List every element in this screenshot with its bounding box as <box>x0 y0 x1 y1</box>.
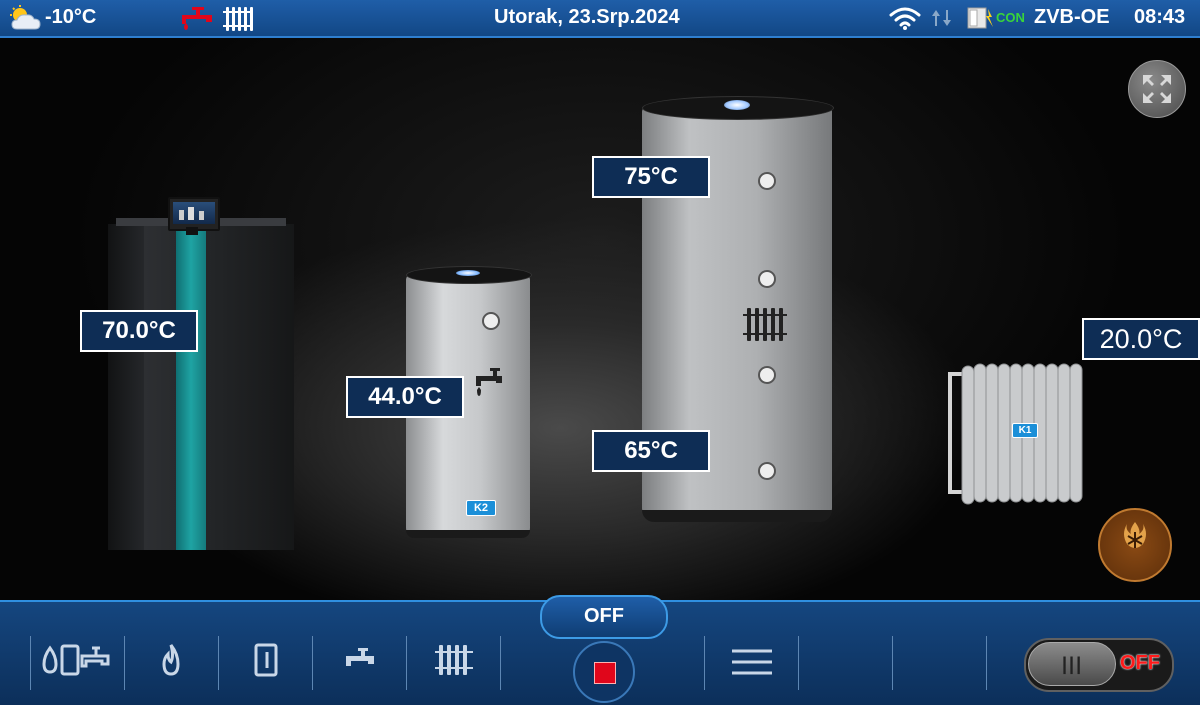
date-display: Utorak, 23.Srp.2024 <box>494 6 680 28</box>
menu-icon[interactable] <box>730 648 774 676</box>
flame-icon[interactable] <box>156 642 186 678</box>
expand-icon <box>1143 75 1171 103</box>
radiator-icon <box>743 308 787 341</box>
buffer-gauge-bottom <box>758 462 776 480</box>
stop-button[interactable] <box>573 641 635 703</box>
system-overview-icon[interactable] <box>40 642 114 678</box>
boiler-unit[interactable] <box>108 218 294 550</box>
dhw-temperature-label[interactable]: 44.0°C <box>346 376 464 418</box>
clock: 08:43 <box>1134 6 1186 28</box>
boiler-temperature-label[interactable]: 70.0°C <box>80 310 198 352</box>
grip-icon: ||| <box>1062 654 1084 674</box>
tap-icon <box>476 368 502 396</box>
dhw-tank-gauge <box>482 312 500 330</box>
system-scene: K2 K1 70.0°C 44.0°C 75°C 65°C 20.0°C <box>0 38 1200 600</box>
buffer-tank-base <box>642 510 832 522</box>
buffer-gauge-upper <box>758 270 776 288</box>
status-bar: -10°C Utorak, 23.Srp.2024 CON ZVB-OE 08:… <box>0 0 1200 38</box>
dhw-circuit-badge[interactable]: K2 <box>466 500 496 516</box>
brand-logo <box>1098 508 1172 582</box>
radiator-icon[interactable] <box>434 642 474 678</box>
boiler-controller-display[interactable] <box>168 197 220 231</box>
toggle-knob[interactable]: ||| <box>1028 642 1116 686</box>
buffer-gauge-top <box>758 172 776 190</box>
boiler-controller-stand <box>186 227 198 235</box>
status-tab[interactable]: OFF <box>540 595 668 639</box>
updown-arrows-icon <box>932 10 951 26</box>
tap-icon[interactable] <box>342 642 378 678</box>
snowflake-flame-icon <box>1124 522 1146 548</box>
buffer-bottom-temperature-label[interactable]: 65°C <box>592 430 710 472</box>
dhw-tank-base <box>406 530 530 538</box>
toggle-state-label: OFF <box>1120 652 1160 674</box>
wifi-icon[interactable] <box>888 5 922 31</box>
radiator-icon[interactable] <box>222 6 254 32</box>
cabinet-icon <box>967 7 993 29</box>
buffer-gauge-lower <box>758 366 776 384</box>
buffer-tank-light <box>724 100 750 110</box>
power-toggle[interactable]: ||| OFF <box>1024 638 1174 692</box>
red-tap-icon[interactable] <box>178 4 218 32</box>
fullscreen-button[interactable] <box>1128 60 1186 118</box>
sun-cloud-icon <box>10 5 41 30</box>
dhw-tank-light <box>456 270 480 276</box>
device-name: ZVB-OE <box>1034 6 1110 28</box>
boiler-side-panel <box>108 224 144 550</box>
boiler-icon[interactable] <box>252 642 280 678</box>
con-indicator: CON <box>996 10 1025 25</box>
heating-circuit-badge[interactable]: K1 <box>1012 423 1038 438</box>
controller-screen <box>173 202 215 224</box>
boiler-stripe <box>176 226 206 550</box>
buffer-top-temperature-label[interactable]: 75°C <box>592 156 710 198</box>
stop-icon <box>594 662 616 684</box>
room-temperature-label[interactable]: 20.0°C <box>1082 318 1200 360</box>
outdoor-temperature: -10°C <box>45 6 97 28</box>
